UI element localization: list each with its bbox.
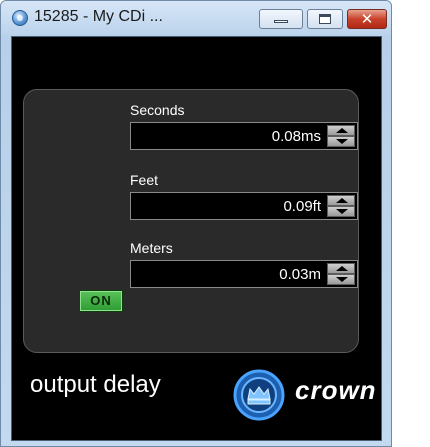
window-title: 15285 - My CDi ...: [34, 8, 163, 25]
feet-decrement-button[interactable]: [327, 206, 355, 217]
meters-spinner[interactable]: [327, 263, 355, 285]
meters-field[interactable]: 0.03m: [130, 260, 358, 288]
meters-decrement-button[interactable]: [327, 274, 355, 285]
feet-value[interactable]: 0.09ft: [283, 198, 321, 215]
close-button[interactable]: ✕: [347, 9, 387, 29]
app-globe-icon[interactable]: [12, 10, 28, 26]
meters-increment-button[interactable]: [327, 263, 355, 274]
minimize-icon: [274, 20, 288, 23]
output-delay-label: output delay: [30, 371, 161, 398]
seconds-value[interactable]: 0.08ms: [272, 128, 321, 145]
maximize-button[interactable]: [307, 9, 343, 29]
maximize-icon: [319, 14, 331, 24]
arrow-up-icon: [336, 198, 348, 203]
meters-label: Meters: [130, 240, 173, 256]
minimize-button[interactable]: [259, 9, 303, 29]
close-icon: ✕: [360, 10, 374, 28]
arrow-up-icon: [336, 128, 348, 133]
on-toggle-label: ON: [90, 293, 112, 308]
seconds-spinner[interactable]: [327, 125, 355, 147]
delay-panel: Seconds 0.08ms Feet 0.09ft Meters 0.03m: [23, 89, 359, 353]
arrow-down-icon: [336, 139, 348, 144]
on-toggle-button[interactable]: ON: [79, 290, 123, 312]
feet-increment-button[interactable]: [327, 195, 355, 206]
feet-label: Feet: [130, 172, 159, 188]
title-bar[interactable]: 15285 - My CDi ... ✕: [1, 1, 391, 35]
seconds-increment-button[interactable]: [327, 125, 355, 136]
meters-value[interactable]: 0.03m: [279, 266, 321, 283]
crown-brand-text: crown: [295, 375, 377, 405]
seconds-label: Seconds: [130, 102, 185, 118]
seconds-field[interactable]: 0.08ms: [130, 122, 358, 150]
app-window: 15285 - My CDi ... ✕ Seconds 0.08ms Feet…: [0, 0, 392, 447]
arrow-up-icon: [336, 266, 348, 271]
feet-field[interactable]: 0.09ft: [130, 192, 358, 220]
seconds-decrement-button[interactable]: [327, 136, 355, 147]
arrow-down-icon: [336, 277, 348, 282]
crown-logo-icon: [233, 369, 285, 421]
feet-spinner[interactable]: [327, 195, 355, 217]
arrow-down-icon: [336, 209, 348, 214]
window-client-area: Seconds 0.08ms Feet 0.09ft Meters 0.03m …: [11, 36, 382, 441]
